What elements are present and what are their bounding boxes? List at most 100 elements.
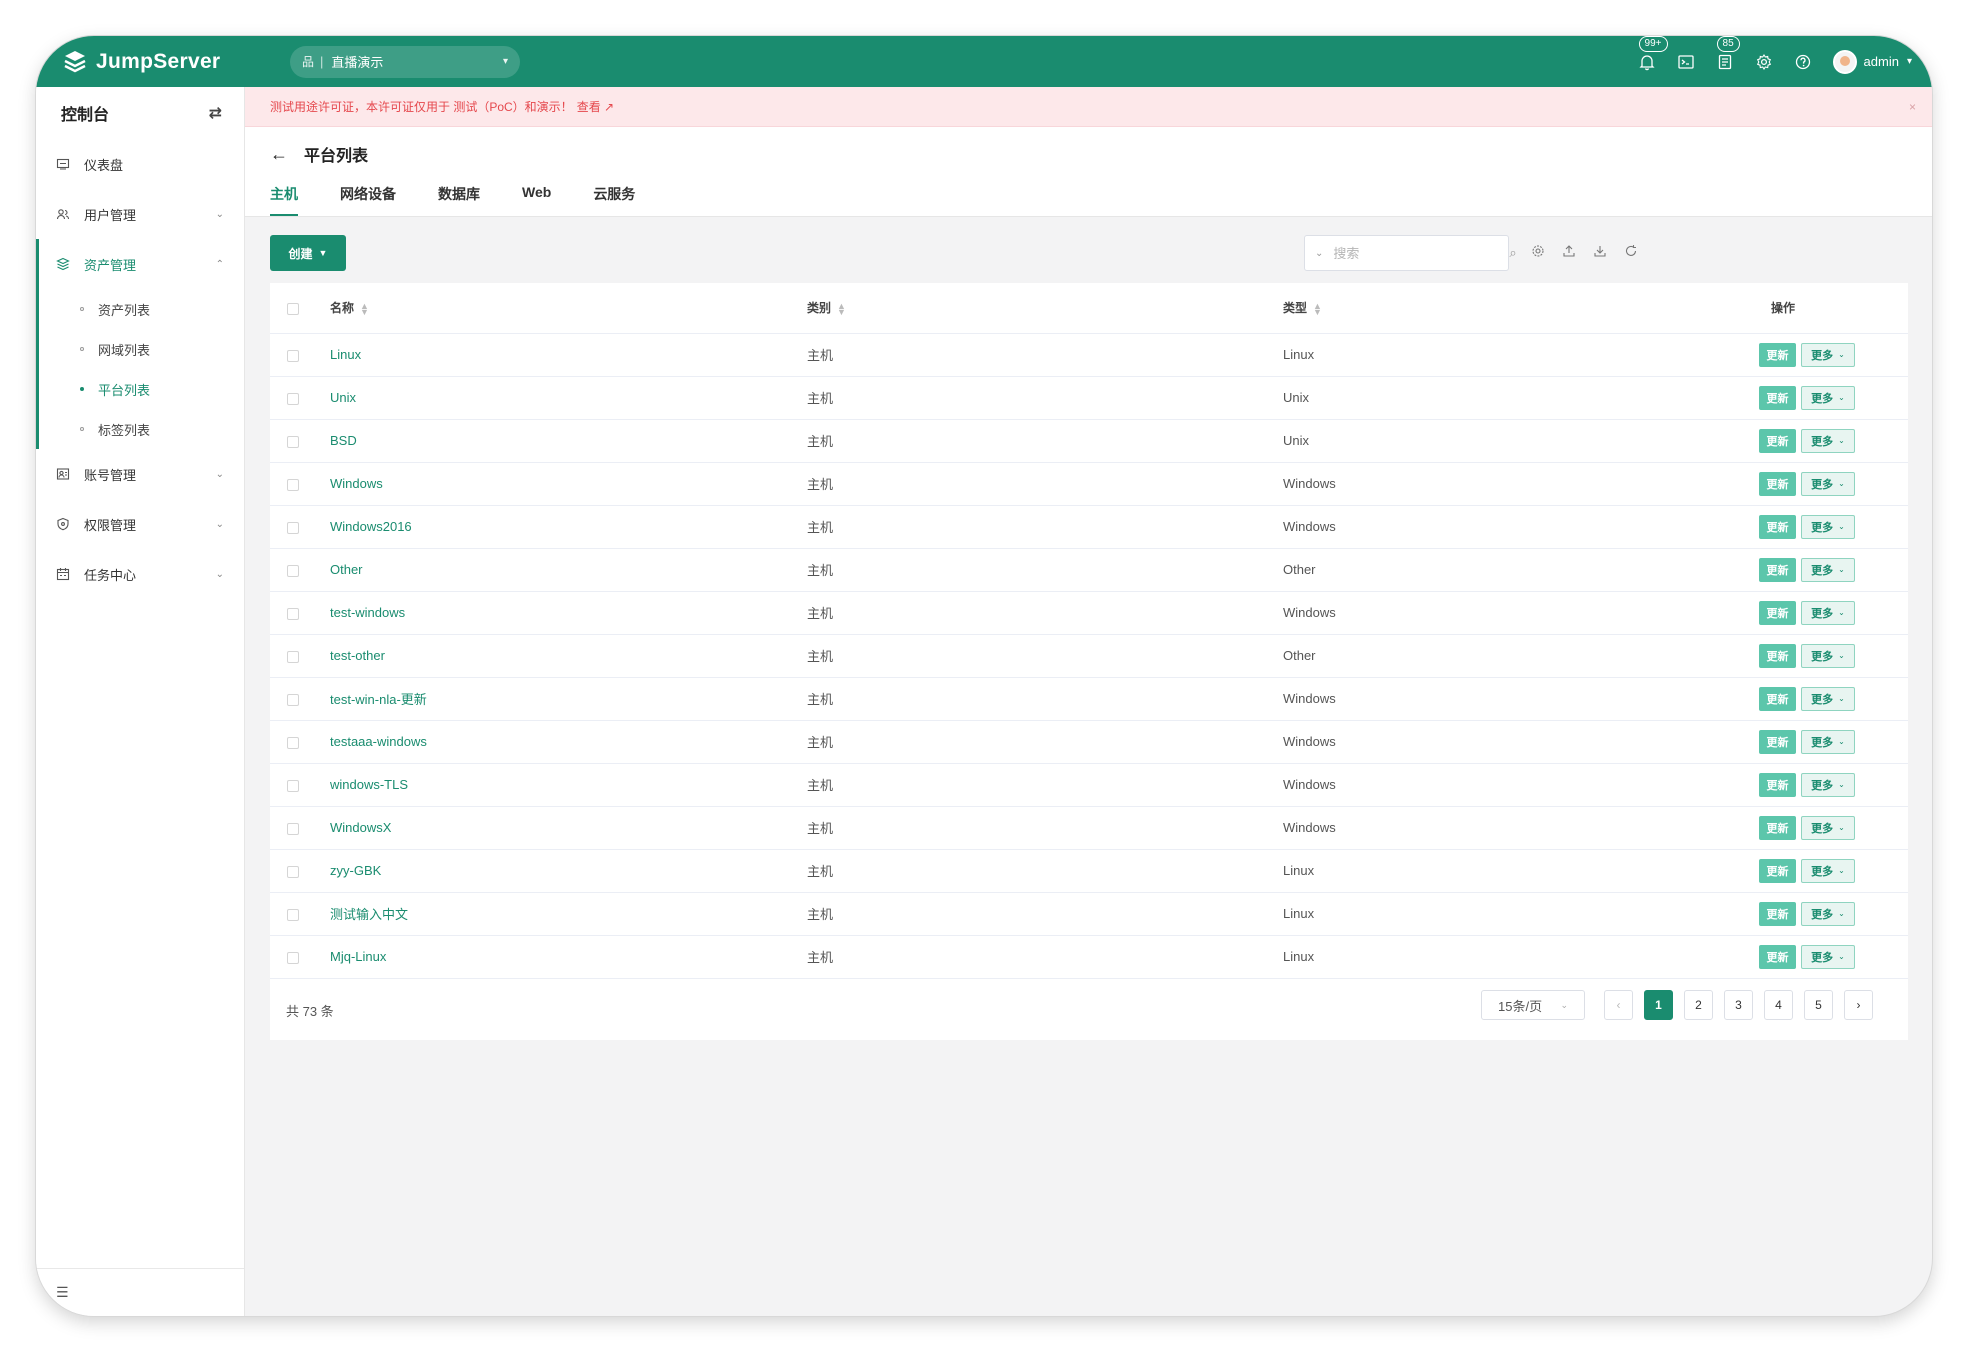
sidebar-item-users[interactable]: 用户管理 ⌄ — [36, 189, 244, 239]
row-checkbox[interactable] — [287, 908, 299, 921]
row-checkbox[interactable] — [287, 349, 299, 362]
page-button[interactable]: 3 — [1724, 990, 1753, 1020]
export-button[interactable] — [1561, 243, 1577, 259]
update-button[interactable]: 更新 — [1759, 643, 1796, 668]
platform-name-link[interactable]: 测试输入中文 — [330, 907, 408, 922]
update-button[interactable]: 更新 — [1759, 385, 1796, 410]
update-button[interactable]: 更新 — [1759, 471, 1796, 496]
sidebar-subitem-asset-list[interactable]: 资产列表 — [36, 289, 244, 329]
update-button[interactable]: 更新 — [1759, 686, 1796, 711]
platform-name-link[interactable]: Other — [330, 562, 363, 577]
update-button[interactable]: 更新 — [1759, 557, 1796, 582]
row-checkbox[interactable] — [287, 478, 299, 491]
more-button[interactable]: 更多 ⌄ — [1801, 600, 1855, 625]
web-terminal-button[interactable] — [1674, 50, 1698, 74]
update-button[interactable]: 更新 — [1759, 815, 1796, 840]
row-checkbox[interactable] — [287, 392, 299, 405]
more-button[interactable]: 更多 ⌄ — [1801, 471, 1855, 496]
platform-name-link[interactable]: test-win-nla-更新 — [330, 692, 427, 707]
row-checkbox[interactable] — [287, 521, 299, 534]
sidebar-item-tasks[interactable]: 任务中心 ⌄ — [36, 549, 244, 599]
more-button[interactable]: 更多 ⌄ — [1801, 686, 1855, 711]
update-button[interactable]: 更新 — [1759, 858, 1796, 883]
tickets-button[interactable]: 85 — [1713, 36, 1740, 74]
sidebar-subitem-zone-list[interactable]: 网域列表 — [36, 329, 244, 369]
platform-name-link[interactable]: Linux — [330, 347, 361, 362]
update-button[interactable]: 更新 — [1759, 428, 1796, 453]
more-button[interactable]: 更多 ⌄ — [1801, 557, 1855, 582]
platform-name-link[interactable]: BSD — [330, 433, 357, 448]
settings-button[interactable] — [1752, 50, 1776, 74]
row-checkbox[interactable] — [287, 865, 299, 878]
page-button[interactable]: 4 — [1764, 990, 1793, 1020]
sidebar-subitem-label-list[interactable]: 标签列表 — [36, 409, 244, 449]
user-menu[interactable]: admin ▾ — [1832, 49, 1912, 74]
close-icon[interactable]: × — [1909, 100, 1916, 114]
create-button[interactable]: 创建 ▼ — [270, 235, 346, 271]
more-button[interactable]: 更多 ⌄ — [1801, 643, 1855, 668]
row-checkbox[interactable] — [287, 564, 299, 577]
collapse-sidebar-button[interactable]: ☰ — [36, 1268, 244, 1316]
platform-name-link[interactable]: test-windows — [330, 605, 405, 620]
select-all-checkbox[interactable] — [287, 302, 299, 315]
column-header-type[interactable]: 类型 ▲ ▼ — [1283, 283, 1759, 334]
update-button[interactable]: 更新 — [1759, 729, 1796, 754]
row-checkbox[interactable] — [287, 779, 299, 792]
sort-icon[interactable]: ▲ ▼ — [1313, 302, 1322, 317]
page-button[interactable]: 2 — [1684, 990, 1713, 1020]
notifications-button[interactable]: 99+ — [1635, 36, 1668, 74]
more-button[interactable]: 更多 ⌄ — [1801, 858, 1855, 883]
sidebar-item-accounts[interactable]: 账号管理 ⌄ — [36, 449, 244, 499]
update-button[interactable]: 更新 — [1759, 772, 1796, 797]
tab-database[interactable]: 数据库 — [438, 184, 480, 216]
row-checkbox[interactable] — [287, 951, 299, 964]
row-checkbox[interactable] — [287, 435, 299, 448]
row-checkbox[interactable] — [287, 822, 299, 835]
update-button[interactable]: 更新 — [1759, 342, 1796, 367]
next-page-button[interactable]: › — [1844, 990, 1873, 1020]
search-icon[interactable]: ⌕ — [1509, 245, 1516, 261]
row-checkbox[interactable] — [287, 607, 299, 620]
row-checkbox[interactable] — [287, 693, 299, 706]
platform-name-link[interactable]: Mjq-Linux — [330, 949, 386, 964]
update-button[interactable]: 更新 — [1759, 901, 1796, 926]
tab-network-device[interactable]: 网络设备 — [340, 184, 396, 216]
column-header-name[interactable]: 名称 ▲ ▼ — [330, 283, 807, 334]
platform-name-link[interactable]: Unix — [330, 390, 356, 405]
platform-name-link[interactable]: Windows — [330, 476, 383, 491]
help-button[interactable] — [1791, 50, 1815, 74]
update-button[interactable]: 更新 — [1759, 514, 1796, 539]
tab-cloud-service[interactable]: 云服务 — [593, 184, 635, 216]
search-input[interactable] — [1333, 245, 1510, 261]
column-header-category[interactable]: 类别 ▲ ▼ — [807, 283, 1283, 334]
update-button[interactable]: 更新 — [1759, 600, 1796, 625]
platform-name-link[interactable]: zyy-GBK — [330, 863, 381, 878]
page-button[interactable]: 5 — [1804, 990, 1833, 1020]
update-button[interactable]: 更新 — [1759, 944, 1796, 969]
more-button[interactable]: 更多 ⌄ — [1801, 342, 1855, 367]
sort-icon[interactable]: ▲ ▼ — [837, 302, 846, 317]
logo[interactable]: JumpServer — [62, 49, 282, 75]
more-button[interactable]: 更多 ⌄ — [1801, 815, 1855, 840]
platform-name-link[interactable]: test-other — [330, 648, 385, 663]
tab-host[interactable]: 主机 — [270, 184, 298, 216]
platform-name-link[interactable]: testaaa-windows — [330, 734, 427, 749]
row-checkbox[interactable] — [287, 736, 299, 749]
back-arrow-icon[interactable]: ← — [270, 144, 288, 165]
search-filter-chevron-icon[interactable]: ⌄ — [1315, 248, 1323, 259]
more-button[interactable]: 更多 ⌄ — [1801, 428, 1855, 453]
refresh-button[interactable] — [1623, 243, 1639, 259]
more-button[interactable]: 更多 ⌄ — [1801, 729, 1855, 754]
notice-view-link[interactable]: 查看 ↗ — [577, 98, 614, 115]
import-button[interactable] — [1592, 243, 1608, 259]
sidebar-item-permissions[interactable]: 权限管理 ⌄ — [36, 499, 244, 549]
sidebar-item-assets[interactable]: 资产管理 ⌃ — [36, 239, 244, 289]
page-button[interactable]: 1 — [1644, 990, 1673, 1020]
organization-select[interactable]: 品 | 直播演示 ▾ — [290, 45, 520, 78]
column-settings-button[interactable] — [1530, 243, 1546, 259]
sidebar-subitem-platform-list[interactable]: 平台列表 — [36, 369, 244, 409]
more-button[interactable]: 更多 ⌄ — [1801, 901, 1855, 926]
switch-view-icon[interactable]: ⇄ — [209, 103, 222, 123]
sidebar-item-dashboard[interactable]: 仪表盘 — [36, 139, 244, 189]
sort-icon[interactable]: ▲ ▼ — [360, 302, 369, 317]
